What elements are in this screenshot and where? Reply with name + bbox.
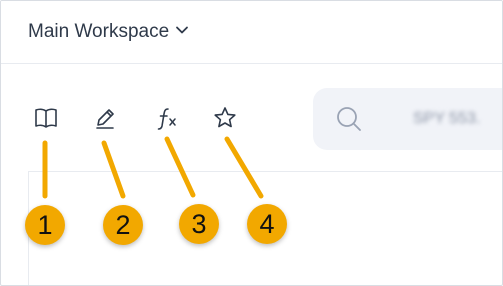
star-icon[interactable] [212,105,238,131]
chevron-down-icon [175,21,189,43]
header-bar: Main Workspace [1,1,502,64]
workspace-label: Main Workspace [28,21,170,42]
callout-badge-3: 3 [179,204,219,244]
search-field[interactable] [313,88,502,150]
app-frame: Main Workspace [0,0,503,286]
callout-badge-1: 1 [25,205,65,245]
book-icon[interactable] [33,105,59,131]
pencil-icon[interactable] [92,105,118,131]
search-input[interactable] [411,106,502,132]
callout-badge-4: 4 [247,204,287,244]
callout-badge-2: 2 [103,205,143,245]
panel-divider [28,171,502,172]
workspace-selector[interactable]: Main Workspace [28,21,189,43]
search-icon [337,107,361,131]
function-icon[interactable] [154,105,180,131]
